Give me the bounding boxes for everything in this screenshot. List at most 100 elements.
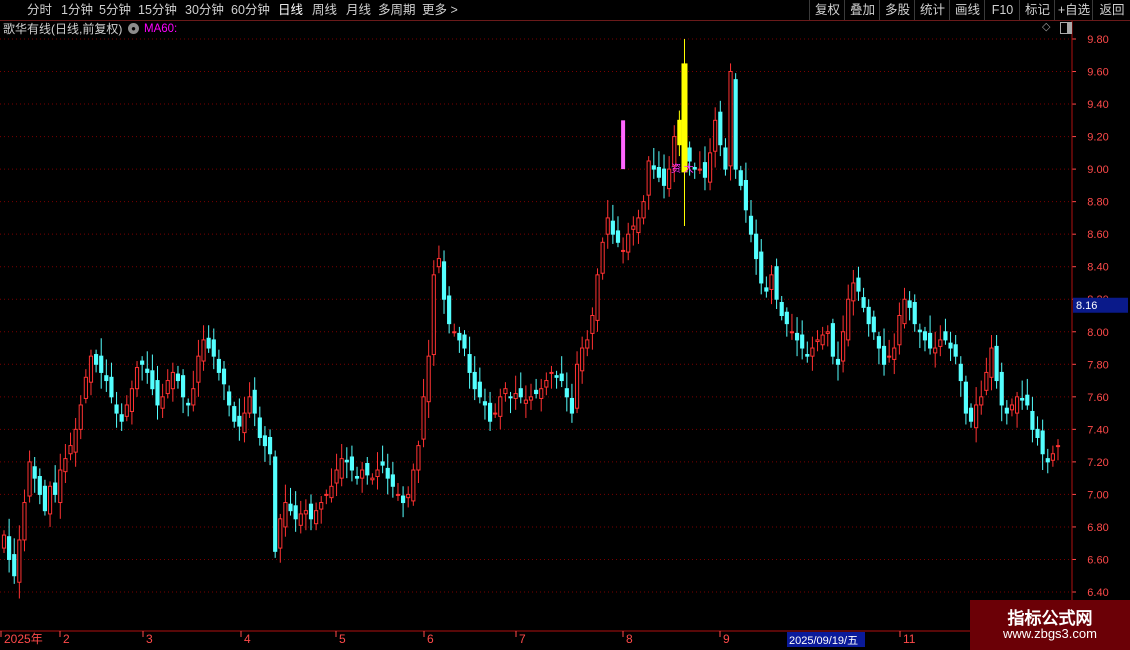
candle-body[interactable]: [431, 274, 436, 356]
candle-body[interactable]: [457, 332, 462, 341]
candle-body[interactable]: [262, 435, 268, 447]
candle-body[interactable]: [273, 456, 278, 552]
candle-body[interactable]: [830, 323, 835, 357]
candle-body[interactable]: [595, 274, 600, 321]
candle-body[interactable]: [196, 355, 201, 383]
candle-body[interactable]: [928, 332, 933, 349]
candle-body[interactable]: [1014, 396, 1020, 414]
candle-body[interactable]: [17, 539, 22, 583]
candle-body[interactable]: [109, 376, 114, 398]
candle-body[interactable]: [186, 402, 191, 406]
candle-body[interactable]: [585, 339, 590, 349]
candle-body[interactable]: [549, 371, 554, 374]
candle-body[interactable]: [124, 404, 129, 417]
period-tab-8[interactable]: 月线: [346, 0, 371, 20]
candle-body[interactable]: [759, 251, 764, 284]
candle-body[interactable]: [656, 166, 661, 178]
candle-body[interactable]: [1025, 394, 1030, 406]
candle-body[interactable]: [569, 397, 575, 414]
candle-body[interactable]: [498, 396, 503, 417]
toolbar-button-3[interactable]: 统计: [914, 0, 950, 20]
candle-body[interactable]: [298, 513, 303, 526]
candle-body[interactable]: [288, 503, 293, 512]
candle-body[interactable]: [754, 233, 759, 260]
candle-body[interactable]: [539, 388, 544, 399]
candle-body[interactable]: [37, 476, 42, 495]
candle-body[interactable]: [73, 428, 78, 453]
candle-body[interactable]: [257, 417, 262, 438]
candle-body[interactable]: [170, 371, 175, 390]
candle-body[interactable]: [308, 503, 314, 520]
candle-body[interactable]: [83, 376, 88, 399]
candle-body[interactable]: [319, 502, 324, 510]
candle-body[interactable]: [447, 295, 452, 325]
candle-body[interactable]: [574, 363, 580, 409]
candle-body[interactable]: [134, 367, 140, 390]
candle-body[interactable]: [467, 354, 472, 373]
candle-body[interactable]: [411, 469, 416, 502]
candle-body[interactable]: [482, 401, 488, 406]
candle-body[interactable]: [349, 456, 355, 471]
period-tab-9[interactable]: 多周期: [378, 0, 416, 20]
candle-body[interactable]: [707, 152, 713, 183]
candle-body[interactable]: [866, 306, 871, 325]
candle-body[interactable]: [841, 331, 846, 362]
candle-body[interactable]: [590, 315, 595, 334]
candle-body[interactable]: [641, 201, 646, 219]
candle-body[interactable]: [626, 233, 631, 253]
candle-body[interactable]: [835, 358, 841, 365]
candle-body[interactable]: [211, 339, 216, 357]
candle-body[interactable]: [794, 332, 800, 341]
candle-body[interactable]: [191, 388, 196, 406]
candle-body[interactable]: [999, 371, 1004, 406]
candle-body[interactable]: [508, 396, 513, 399]
candle-body[interactable]: [989, 347, 994, 378]
diamond-icon[interactable]: ◇: [1042, 22, 1053, 33]
candle-body[interactable]: [452, 331, 457, 334]
candle-body[interactable]: [723, 147, 728, 170]
candle-body[interactable]: [324, 493, 329, 496]
toolbar-button-5[interactable]: F10: [984, 0, 1020, 20]
candle-body[interactable]: [227, 391, 232, 406]
candle-body[interactable]: [621, 120, 626, 170]
candle-body[interactable]: [360, 469, 365, 479]
candle-body[interactable]: [815, 339, 820, 343]
candle-body[interactable]: [861, 297, 866, 308]
period-tab-10[interactable]: 更多 >: [422, 0, 458, 20]
candle-body[interactable]: [1004, 407, 1009, 414]
candle-body[interactable]: [733, 79, 738, 170]
candle-body[interactable]: [165, 380, 170, 395]
candle-body[interactable]: [53, 482, 58, 495]
candle-body[interactable]: [984, 371, 989, 391]
candle-body[interactable]: [534, 389, 539, 395]
candle-body[interactable]: [661, 168, 667, 186]
candle-body[interactable]: [493, 412, 498, 415]
candle-body[interactable]: [47, 485, 53, 515]
toolbar-button-0[interactable]: 复权: [809, 0, 845, 20]
candle-body[interactable]: [651, 165, 656, 170]
candle-body[interactable]: [994, 345, 999, 382]
candle-body[interactable]: [155, 380, 160, 406]
kline-chart[interactable]: 9.809.609.409.209.008.808.608.408.208.00…: [0, 0, 1130, 650]
candle-body[interactable]: [160, 396, 165, 409]
indicator-toggle-icon[interactable]: ●: [128, 23, 139, 34]
candle-body[interactable]: [600, 241, 605, 274]
period-tab-7[interactable]: 周线: [312, 0, 337, 20]
candle-body[interactable]: [974, 404, 979, 429]
candle-body[interactable]: [88, 355, 94, 383]
candle-body[interactable]: [344, 459, 349, 463]
candle-body[interactable]: [702, 162, 708, 178]
candle-body[interactable]: [406, 493, 411, 499]
candle-body[interactable]: [933, 347, 938, 354]
candle-body[interactable]: [646, 160, 651, 196]
candle-body[interactable]: [544, 380, 549, 388]
candle-body[interactable]: [22, 502, 27, 541]
candle-body[interactable]: [677, 119, 682, 146]
candle-body[interactable]: [881, 345, 887, 365]
candle-body[interactable]: [943, 331, 948, 341]
period-tab-0[interactable]: 分时: [27, 0, 52, 20]
candle-body[interactable]: [523, 399, 528, 404]
candle-body[interactable]: [68, 445, 73, 455]
candle-body[interactable]: [825, 331, 830, 334]
candle-body[interactable]: [958, 363, 963, 382]
